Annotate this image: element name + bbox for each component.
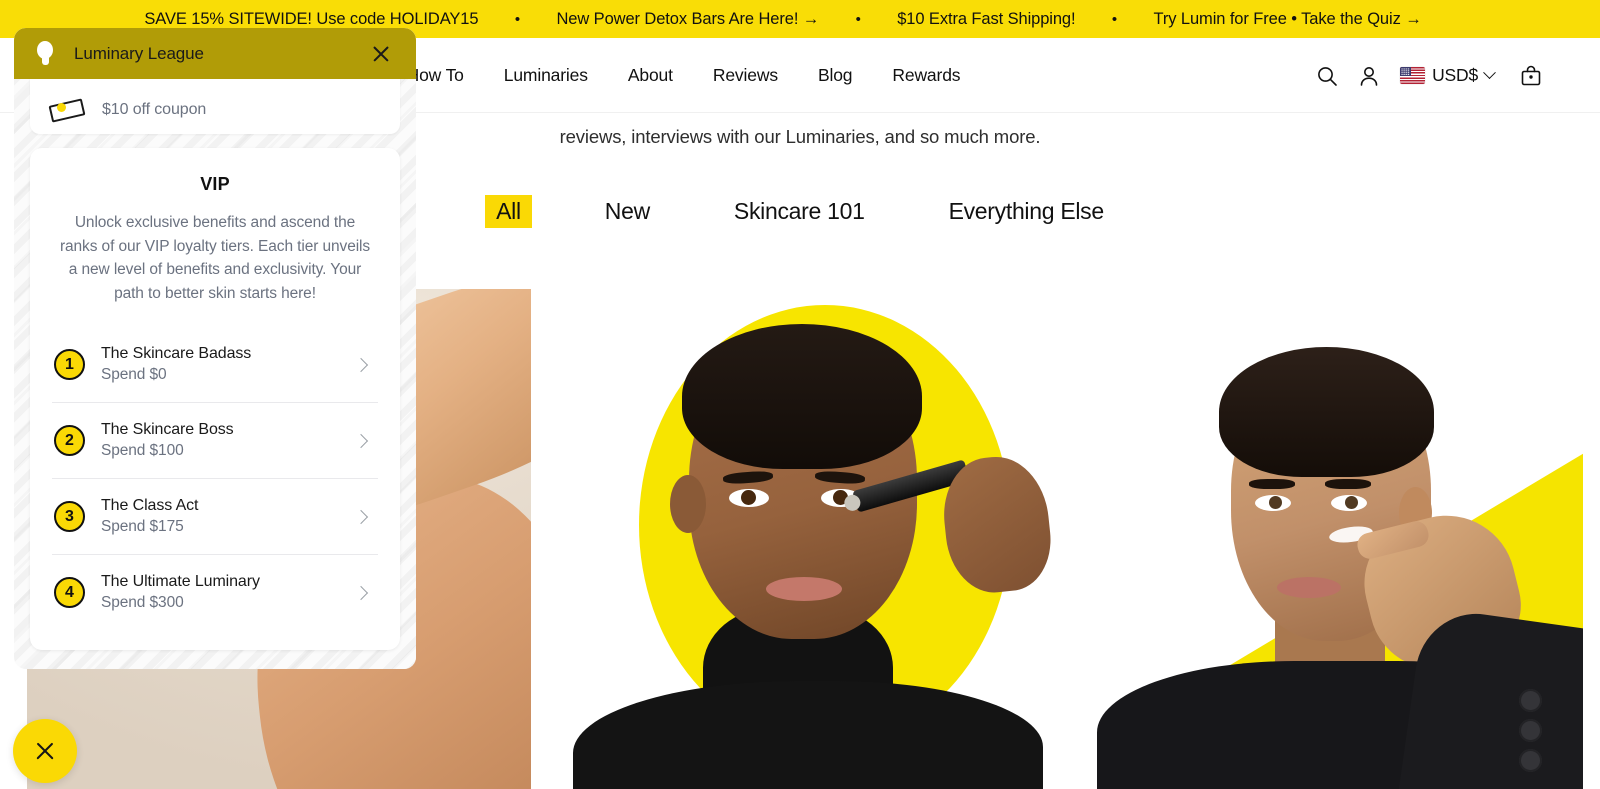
search-icon[interactable] — [1306, 55, 1348, 97]
currency-selector[interactable]: USD$ — [1400, 65, 1496, 86]
close-icon[interactable] — [368, 41, 394, 67]
us-flag-icon — [1400, 67, 1426, 84]
currency-label: USD$ — [1432, 65, 1478, 85]
header-actions: USD$ — [1306, 38, 1552, 113]
vip-tier-row[interactable]: 4 The Ultimate Luminary Spend $300 — [52, 554, 378, 630]
tier-text: The Skincare Badass Spend $0 — [101, 344, 356, 385]
tier-text: The Ultimate Luminary Spend $300 — [101, 572, 356, 613]
tier-name: The Skincare Boss — [101, 421, 234, 438]
tier-spend: Spend $175 — [101, 518, 184, 535]
widget-toggle-fab[interactable] — [13, 719, 77, 783]
coupon-label: $10 off coupon — [102, 101, 207, 118]
vip-tier-list: 1 The Skincare Badass Spend $0 2 The Ski… — [52, 327, 378, 630]
tier-text: The Skincare Boss Spend $100 — [101, 420, 356, 461]
page-root: SAVE 15% SITEWIDE! Use code HOLIDAY15 • … — [0, 0, 1600, 789]
tier-rank-badge: 4 — [54, 577, 85, 608]
vip-description: Unlock exclusive benefits and ascend the… — [59, 214, 371, 302]
tier-spend: Spend $0 — [101, 366, 167, 383]
widget-scroll-area[interactable]: $10 off coupon VIP Unlock exclusive bene… — [14, 28, 416, 669]
nav-item-reviews[interactable]: Reviews — [693, 65, 798, 86]
announcement-item-1[interactable]: SAVE 15% SITEWIDE! Use code HOLIDAY15 — [144, 10, 478, 29]
chevron-right-icon — [353, 433, 369, 448]
tab-all[interactable]: All — [485, 195, 532, 228]
nav-item-about[interactable]: About — [608, 65, 693, 86]
shopping-bag-icon[interactable] — [1510, 55, 1552, 97]
nav-item-luminaries[interactable]: Luminaries — [484, 65, 608, 86]
announcement-separator: • — [1111, 10, 1118, 28]
coupon-tag-icon — [48, 96, 88, 124]
tier-rank-badge: 3 — [54, 501, 85, 532]
widget-title: Luminary League — [74, 43, 204, 63]
tier-rank-badge: 2 — [54, 425, 85, 456]
widget-header: Luminary League — [14, 28, 416, 79]
chevron-down-icon — [1483, 66, 1496, 80]
vip-tier-row[interactable]: 2 The Skincare Boss Spend $100 — [52, 402, 378, 478]
tier-rank-badge: 1 — [54, 349, 85, 380]
announcement-separator: • — [855, 10, 861, 28]
user-account-icon[interactable] — [1348, 55, 1390, 97]
announcement-item-2[interactable]: New Power Detox Bars Are Here! → — [556, 10, 819, 29]
chevron-right-icon — [353, 509, 369, 524]
coupon-row[interactable]: $10 off coupon — [48, 96, 206, 134]
tab-new[interactable]: New — [594, 195, 661, 228]
tab-everything-else[interactable]: Everything Else — [938, 195, 1115, 228]
article-card[interactable] — [1079, 289, 1583, 789]
vip-title: VIP — [200, 174, 230, 194]
tier-name: The Class Act — [101, 497, 199, 514]
tier-name: The Ultimate Luminary — [101, 573, 260, 590]
announcement-item-4[interactable]: Try Lumin for Free • Take the Quiz → — [1154, 10, 1422, 29]
man-applying-face-cream-photo — [1079, 289, 1583, 789]
tier-spend: Spend $100 — [101, 442, 184, 459]
tier-name: The Skincare Badass — [101, 345, 252, 362]
luminary-league-widget: $10 off coupon VIP Unlock exclusive bene… — [14, 28, 416, 669]
announcement-item-3[interactable]: $10 Extra Fast Shipping! — [897, 10, 1075, 29]
tab-skincare-101[interactable]: Skincare 101 — [723, 195, 876, 228]
vip-tier-row[interactable]: 1 The Skincare Badass Spend $0 — [52, 327, 378, 402]
announcement-track: SAVE 15% SITEWIDE! Use code HOLIDAY15 • … — [144, 10, 1421, 29]
chevron-right-icon — [353, 585, 369, 600]
nav-item-blog[interactable]: Blog — [798, 65, 872, 86]
vip-panel: VIP Unlock exclusive benefits and ascend… — [30, 148, 400, 650]
tier-text: The Class Act Spend $175 — [101, 496, 356, 537]
article-card[interactable] — [553, 289, 1057, 789]
man-applying-eye-stick-photo — [553, 289, 1057, 789]
lightbulb-icon — [34, 40, 56, 67]
vip-tier-row[interactable]: 3 The Class Act Spend $175 — [52, 478, 378, 554]
announcement-separator: • — [514, 10, 521, 28]
tier-spend: Spend $300 — [101, 594, 184, 611]
nav-item-rewards[interactable]: Rewards — [872, 65, 980, 86]
chevron-right-icon — [353, 357, 369, 372]
